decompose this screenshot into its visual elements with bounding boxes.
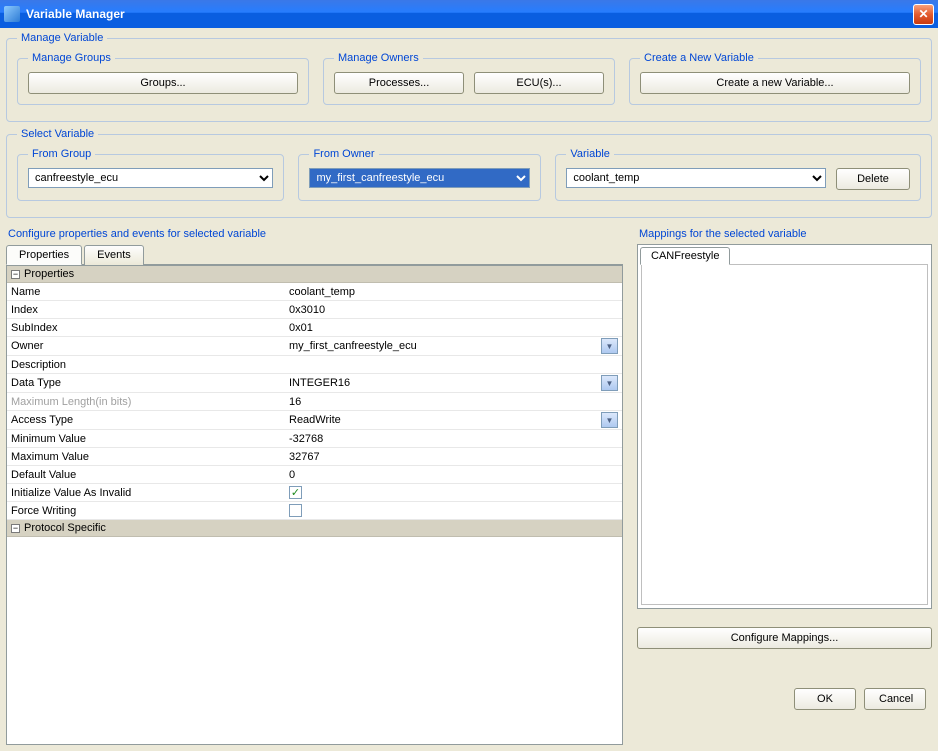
create-new-variable-legend: Create a New Variable: [640, 52, 758, 64]
prop-data-type[interactable]: Data Type INTEGER16▼: [7, 374, 622, 393]
from-group-select[interactable]: canfreestyle_ecu: [28, 168, 273, 188]
checkbox-unchecked-icon[interactable]: [289, 504, 302, 517]
prop-name[interactable]: Name coolant_temp: [7, 283, 622, 301]
variable-select[interactable]: coolant_temp: [566, 168, 826, 188]
close-button[interactable]: ✕: [913, 4, 934, 25]
prop-min-value[interactable]: Minimum Value -32768: [7, 430, 622, 448]
variable-legend: Variable: [566, 148, 614, 160]
app-icon: [4, 6, 20, 22]
window-title: Variable Manager: [26, 7, 125, 21]
titlebar[interactable]: Variable Manager ✕: [0, 0, 938, 28]
prop-index[interactable]: Index 0x3010: [7, 301, 622, 319]
manage-groups-legend: Manage Groups: [28, 52, 115, 64]
protocol-specific-body: [7, 537, 622, 744]
manage-groups-group: Manage Groups Groups...: [17, 52, 309, 105]
from-group-group: From Group canfreestyle_ecu: [17, 148, 284, 201]
prop-force-writing[interactable]: Force Writing: [7, 502, 622, 520]
ok-button[interactable]: OK: [794, 688, 856, 710]
from-owner-group: From Owner my_first_canfreestyle_ecu: [298, 148, 541, 201]
tab-events[interactable]: Events: [84, 245, 144, 265]
from-owner-select[interactable]: my_first_canfreestyle_ecu: [309, 168, 530, 188]
chevron-down-icon[interactable]: ▼: [601, 375, 618, 391]
mappings-panel: CANFreestyle: [637, 244, 932, 609]
prop-init-invalid[interactable]: Initialize Value As Invalid ✓: [7, 484, 622, 502]
properties-tabbar: Properties Events: [6, 244, 623, 265]
properties-header[interactable]: −Properties: [7, 266, 622, 283]
from-owner-legend: From Owner: [309, 148, 378, 160]
close-icon: ✕: [918, 7, 928, 21]
create-new-variable-button[interactable]: Create a new Variable...: [640, 72, 910, 94]
collapse-icon: −: [11, 524, 20, 533]
select-variable-group: Select Variable From Group canfreestyle_…: [6, 128, 932, 218]
mapping-tab-canfreestyle[interactable]: CANFreestyle: [640, 247, 730, 265]
prop-description[interactable]: Description: [7, 356, 622, 374]
manage-variable-legend: Manage Variable: [17, 32, 107, 44]
mappings-body: [641, 264, 928, 605]
prop-owner[interactable]: Owner my_first_canfreestyle_ecu▼: [7, 337, 622, 356]
select-variable-legend: Select Variable: [17, 128, 98, 140]
prop-access-type[interactable]: Access Type ReadWrite▼: [7, 411, 622, 430]
chevron-down-icon[interactable]: ▼: [601, 338, 618, 354]
configure-label: Configure properties and events for sele…: [8, 228, 623, 240]
manage-owners-legend: Manage Owners: [334, 52, 423, 64]
manage-owners-group: Manage Owners Processes... ECU(s)...: [323, 52, 615, 105]
prop-max-length: Maximum Length(in bits) 16: [7, 393, 622, 411]
groups-button[interactable]: Groups...: [28, 72, 298, 94]
prop-subindex[interactable]: SubIndex 0x01: [7, 319, 622, 337]
configure-mappings-button[interactable]: Configure Mappings...: [637, 627, 932, 649]
from-group-legend: From Group: [28, 148, 95, 160]
chevron-down-icon[interactable]: ▼: [601, 412, 618, 428]
delete-button[interactable]: Delete: [836, 168, 910, 190]
ecus-button[interactable]: ECU(s)...: [474, 72, 604, 94]
tab-properties[interactable]: Properties: [6, 245, 82, 265]
properties-panel: −Properties Name coolant_temp Index 0x30…: [6, 265, 623, 745]
protocol-specific-header[interactable]: −Protocol Specific: [7, 520, 622, 537]
variable-group: Variable coolant_temp Delete: [555, 148, 921, 201]
prop-max-value[interactable]: Maximum Value 32767: [7, 448, 622, 466]
mappings-label: Mappings for the selected variable: [639, 228, 932, 240]
manage-variable-group: Manage Variable Manage Groups Groups... …: [6, 32, 932, 122]
prop-default-value[interactable]: Default Value 0: [7, 466, 622, 484]
cancel-button[interactable]: Cancel: [864, 688, 926, 710]
checkbox-checked-icon[interactable]: ✓: [289, 486, 302, 499]
collapse-icon: −: [11, 270, 20, 279]
create-new-variable-group: Create a New Variable Create a new Varia…: [629, 52, 921, 105]
processes-button[interactable]: Processes...: [334, 72, 464, 94]
